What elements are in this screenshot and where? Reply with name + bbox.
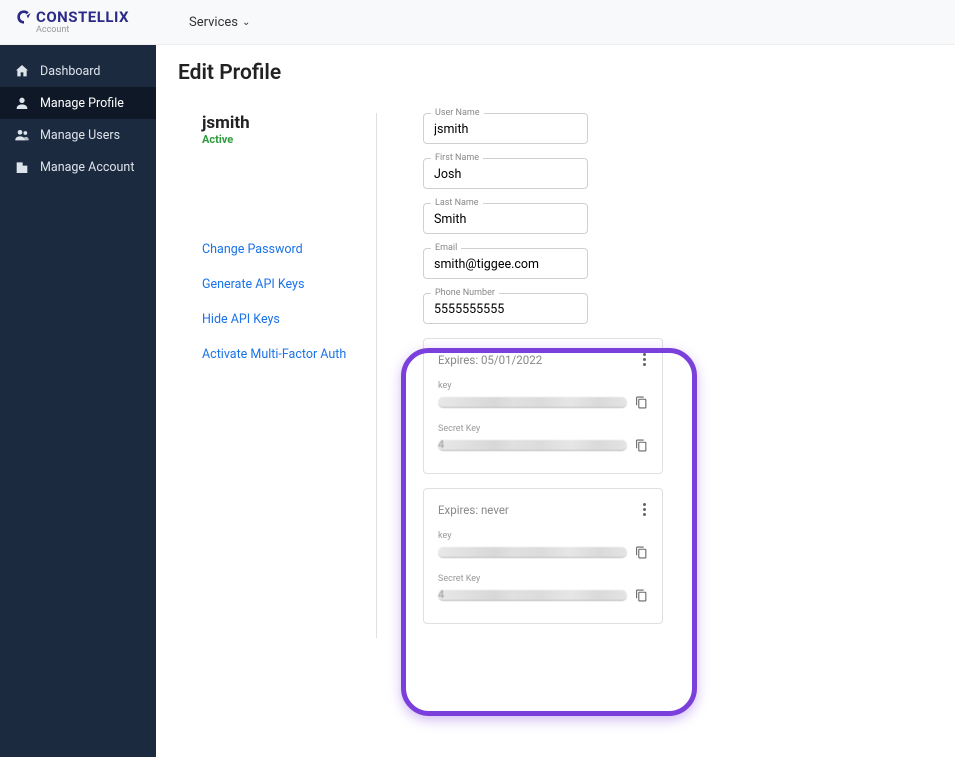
profile-left-panel: jsmith Active Change Password Generate A…	[178, 113, 390, 638]
form-column: User Name First Name Last Name Email Pho…	[423, 113, 743, 638]
field-email: Email	[423, 248, 743, 279]
api-key-label: key	[438, 531, 648, 541]
link-hide-api-keys[interactable]: Hide API Keys	[202, 306, 390, 333]
building-icon	[14, 159, 30, 175]
field-firstname: First Name	[423, 158, 743, 189]
api-secret-label: Secret Key	[438, 424, 648, 434]
vertical-divider	[376, 113, 377, 638]
api-secret-value-blurred	[438, 590, 627, 601]
api-key-label: key	[438, 381, 648, 391]
api-key-expires: Expires: 05/01/2022	[438, 353, 648, 367]
api-key-value-blurred	[438, 547, 627, 558]
more-vert-icon	[643, 353, 646, 356]
phone-label: Phone Number	[431, 288, 499, 298]
copy-icon[interactable]	[635, 438, 648, 453]
api-key-value-blurred	[438, 397, 627, 408]
api-key-card: Expires: never key Secret Ke	[423, 488, 663, 624]
field-username: User Name	[423, 113, 743, 144]
more-options-button[interactable]	[636, 501, 652, 518]
sidebar-item-manage-account[interactable]: Manage Account	[0, 151, 156, 183]
services-dropdown[interactable]: Services ⌄	[189, 15, 250, 30]
logo-mark-icon	[16, 9, 32, 25]
chevron-down-icon: ⌄	[242, 17, 250, 28]
copy-icon[interactable]	[635, 545, 648, 560]
main-content: Edit Profile jsmith Active Change Passwo…	[156, 45, 955, 757]
person-icon	[14, 95, 30, 111]
link-change-password[interactable]: Change Password	[202, 236, 390, 263]
sidebar-item-manage-profile[interactable]: Manage Profile	[0, 87, 156, 119]
profile-status: Active	[202, 133, 390, 146]
lastname-label: Last Name	[431, 198, 483, 208]
services-label: Services	[189, 15, 238, 30]
copy-icon[interactable]	[635, 395, 648, 410]
sidebar-item-manage-users[interactable]: Manage Users	[0, 119, 156, 151]
api-key-expires: Expires: never	[438, 503, 648, 517]
sidebar-item-label: Manage Account	[40, 160, 134, 175]
api-keys-area: Expires: 05/01/2022 key Secr	[423, 338, 743, 624]
more-options-button[interactable]	[636, 351, 652, 368]
username-label: User Name	[431, 108, 484, 118]
brand-name: CONSTELLIX	[36, 10, 129, 25]
sidebar: Dashboard Manage Profile Manage Users Ma…	[0, 45, 156, 757]
api-key-card: Expires: 05/01/2022 key Secr	[423, 338, 663, 474]
link-activate-mfa[interactable]: Activate Multi-Factor Auth	[202, 341, 390, 368]
email-label: Email	[431, 243, 461, 253]
more-vert-icon	[643, 503, 646, 506]
sidebar-item-dashboard[interactable]: Dashboard	[0, 55, 156, 87]
logo: CONSTELLIX Account	[16, 9, 129, 35]
firstname-label: First Name	[431, 153, 483, 163]
sidebar-item-label: Dashboard	[40, 64, 100, 79]
home-icon	[14, 63, 30, 79]
brand-sub: Account	[36, 26, 129, 35]
sidebar-item-label: Manage Profile	[40, 96, 124, 111]
people-icon	[14, 127, 30, 143]
topbar: CONSTELLIX Account Services ⌄	[0, 0, 955, 45]
profile-username: jsmith	[202, 113, 390, 133]
field-lastname: Last Name	[423, 203, 743, 234]
sidebar-item-label: Manage Users	[40, 128, 120, 143]
api-secret-value-blurred	[438, 440, 627, 451]
api-secret-label: Secret Key	[438, 574, 648, 584]
copy-icon[interactable]	[635, 588, 648, 603]
link-generate-api-keys[interactable]: Generate API Keys	[202, 271, 390, 298]
page-title: Edit Profile	[178, 61, 931, 85]
field-phone: Phone Number	[423, 293, 743, 324]
